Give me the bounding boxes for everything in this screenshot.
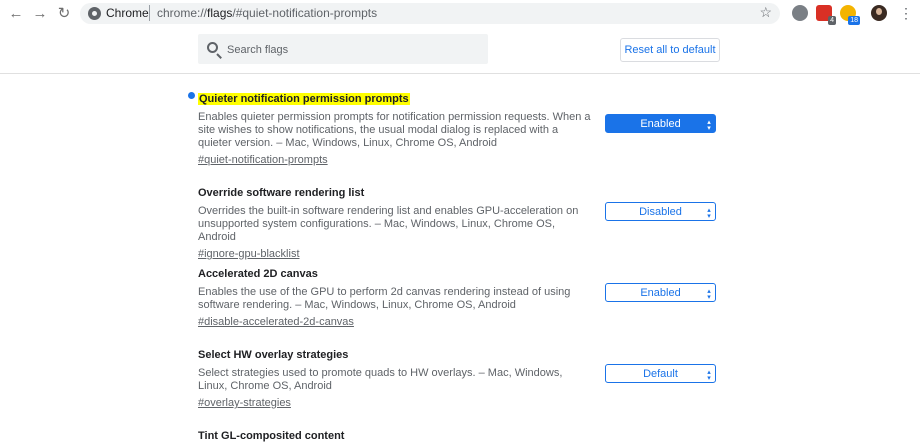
select-arrows-icon: ▴▾ xyxy=(705,118,712,130)
extension-badge: 4 xyxy=(828,16,836,25)
address-bar[interactable]: Chrome chrome://flags/#quiet-notificatio… xyxy=(80,3,780,24)
flag-description: Select strategies used to promote quads … xyxy=(198,367,563,392)
red-extension-icon[interactable]: 4 xyxy=(816,5,836,25)
flag-link[interactable]: #ignore-gpu-blacklist xyxy=(198,248,300,261)
flag-title: Override software rendering list xyxy=(198,187,365,199)
flag-link[interactable]: #quiet-notification-prompts xyxy=(198,154,328,167)
extension-badge: 18 xyxy=(848,16,860,25)
url-path: /#quiet-notification-prompts xyxy=(232,6,378,20)
search-box[interactable] xyxy=(198,34,488,64)
flag-title: Tint GL-composited content xyxy=(198,430,345,442)
select-arrows-icon: ▴▾ xyxy=(705,287,712,299)
flag-item: Quieter notification permission prompts … xyxy=(188,89,723,168)
flag-state-select[interactable]: Enabled ▴▾ xyxy=(605,283,716,302)
kebab-menu-icon[interactable]: ⋮ xyxy=(899,4,913,22)
flag-description: Overrides the built-in software renderin… xyxy=(198,205,579,243)
back-button[interactable]: ← xyxy=(7,5,25,23)
flag-description: Enables quieter permission prompts for n… xyxy=(198,111,591,149)
select-value: Disabled xyxy=(639,206,682,218)
check-extension-icon[interactable]: 18 xyxy=(840,5,860,25)
flag-link[interactable]: #overlay-strategies xyxy=(198,397,291,410)
select-value: Default xyxy=(643,368,678,380)
reload-icon: ↻ xyxy=(57,5,71,22)
reload-button[interactable]: ↻ xyxy=(55,5,73,23)
flag-state-select[interactable]: Disabled ▴▾ xyxy=(605,202,716,221)
flag-state-select[interactable]: Enabled ▴▾ xyxy=(605,114,716,133)
url-text[interactable]: chrome://flags/#quiet-notification-promp… xyxy=(157,6,377,20)
url-host: flags xyxy=(207,6,233,20)
flag-title: Quieter notification permission prompts xyxy=(198,93,410,105)
flag-description: Enables the use of the GPU to perform 2d… xyxy=(198,286,571,311)
flag-item: Tint GL-composited content xyxy=(198,426,723,444)
search-icon xyxy=(207,42,218,53)
browser-toolbar: ← → ↻ Chrome chrome://flags/#quiet-notif… xyxy=(0,0,920,28)
arrow-left-icon: ← xyxy=(8,5,24,22)
omnibox-separator xyxy=(149,5,150,21)
flag-item: Accelerated 2D canvas Enables the use of… xyxy=(198,264,723,330)
cloud-extension-icon[interactable] xyxy=(792,5,808,21)
search-input[interactable] xyxy=(225,41,479,59)
flag-link[interactable]: #disable-accelerated-2d-canvas xyxy=(198,316,354,329)
flag-state-select[interactable]: Default ▴▾ xyxy=(605,364,716,383)
flag-title: Select HW overlay strategies xyxy=(198,349,349,361)
chrome-site-icon xyxy=(88,7,101,20)
arrow-right-icon: → xyxy=(32,5,48,22)
flag-item: Override software rendering list Overrid… xyxy=(198,183,723,262)
select-arrows-icon: ▴▾ xyxy=(705,368,712,380)
modified-indicator-dot xyxy=(188,92,195,99)
reset-all-button[interactable]: Reset all to default xyxy=(620,38,720,62)
select-value: Enabled xyxy=(640,118,681,130)
profile-avatar[interactable] xyxy=(871,5,887,21)
flag-title: Accelerated 2D canvas xyxy=(198,268,318,280)
select-value: Enabled xyxy=(640,287,681,299)
flags-header: Reset all to default xyxy=(0,27,920,74)
select-arrows-icon: ▴▾ xyxy=(705,206,712,218)
url-scheme: chrome:// xyxy=(157,6,208,20)
bookmark-star-icon[interactable]: ☆ xyxy=(759,4,772,21)
site-label: Chrome xyxy=(106,6,149,20)
flag-item: Select HW overlay strategies Select stra… xyxy=(198,345,723,411)
forward-button[interactable]: → xyxy=(31,5,49,23)
